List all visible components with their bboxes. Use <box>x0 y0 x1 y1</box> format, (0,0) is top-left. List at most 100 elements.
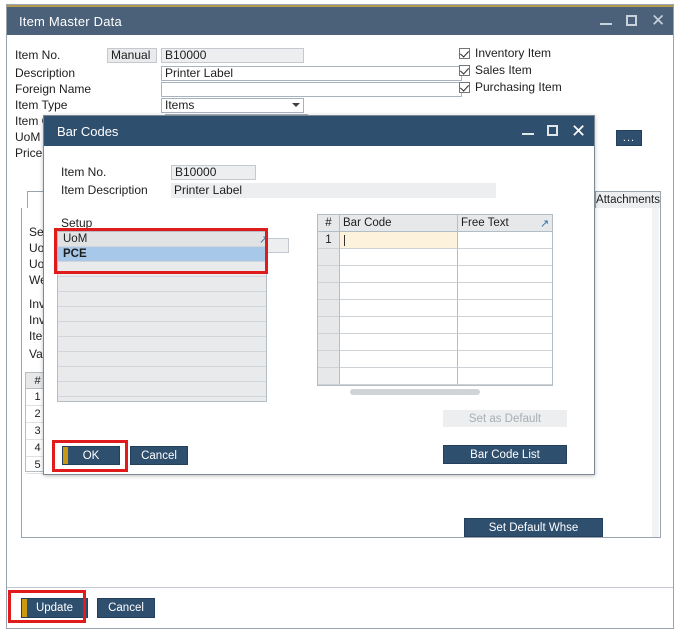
row-number <box>318 283 340 300</box>
uom-list-item-empty[interactable] <box>58 307 266 322</box>
field-row-item-no: Item No. Manual B10000 <box>15 47 304 63</box>
uom-list-item-empty[interactable] <box>58 382 266 397</box>
text-caret <box>344 234 345 246</box>
table-row[interactable] <box>318 351 552 368</box>
checkbox-label: Purchasing Item <box>475 80 562 94</box>
item-type-select[interactable]: Items <box>161 97 304 113</box>
row-number <box>318 368 340 385</box>
field-label: Item No. <box>15 48 61 62</box>
uom-list-item-empty[interactable] <box>58 367 266 382</box>
table-row[interactable] <box>318 334 552 351</box>
table-row[interactable] <box>318 368 552 385</box>
maximize-icon[interactable] <box>625 14 639 28</box>
tab-attachments[interactable]: Attachments <box>595 191 661 209</box>
chevron-down-icon <box>292 103 300 107</box>
uom-list-item-empty[interactable] <box>58 352 266 367</box>
barcode-cell-input[interactable] <box>340 334 458 351</box>
freetext-cell-input[interactable] <box>458 232 552 249</box>
barcode-grid-hscrollbar[interactable] <box>350 389 480 395</box>
barcode-grid: # Bar Code Free Text 1 <box>317 214 553 386</box>
focus-accent-bar <box>22 599 27 617</box>
row-number <box>318 266 340 283</box>
checkbox-label: Inventory Item <box>475 46 552 60</box>
freetext-cell-input[interactable] <box>458 351 552 368</box>
uom-list-item-empty[interactable] <box>58 337 266 352</box>
dialog-cancel-button[interactable]: Cancel <box>130 446 188 465</box>
uom-list-item-empty[interactable] <box>58 277 266 292</box>
panel-scroll-track[interactable] <box>652 208 659 537</box>
minimize-icon[interactable] <box>599 14 613 28</box>
dialog-close-icon[interactable]: ✕ <box>571 122 586 140</box>
uom-list-expand-icon[interactable]: ↗ <box>259 233 268 246</box>
field-row-item-type: Item Type Items <box>15 97 304 113</box>
freetext-cell-input[interactable] <box>458 283 552 300</box>
checkbox-icon[interactable] <box>459 64 470 76</box>
barcode-grid-expand-icon[interactable]: ↗ <box>540 217 549 230</box>
column-header-barcode[interactable]: Bar Code <box>340 215 458 231</box>
field-label: Foreign Name <box>15 82 92 96</box>
window-titlebar: Item Master Data ✕ <box>7 5 673 35</box>
checkbox-sales-item[interactable]: Sales Item <box>459 63 532 77</box>
barcode-cell-input[interactable] <box>340 317 458 334</box>
freetext-cell-input[interactable] <box>458 317 552 334</box>
checkbox-inventory-item[interactable]: Inventory Item <box>459 46 551 60</box>
more-options-button[interactable]: ... <box>616 130 642 146</box>
dialog-field-row-item-no: Item No. B10000 <box>61 164 256 180</box>
uom-list-item-empty[interactable] <box>58 322 266 337</box>
freetext-cell-input[interactable] <box>458 334 552 351</box>
item-no-mode-badge[interactable]: Manual <box>107 47 157 63</box>
barcode-cell-input[interactable] <box>340 300 458 317</box>
uom-list-item-empty[interactable] <box>58 292 266 307</box>
row-number <box>318 249 340 266</box>
window-footer: Update Cancel <box>7 587 673 628</box>
cancel-button[interactable]: Cancel <box>97 598 155 618</box>
freetext-cell-input[interactable] <box>458 368 552 385</box>
column-header-freetext[interactable]: Free Text <box>458 215 552 231</box>
barcode-cell-input[interactable] <box>340 232 458 249</box>
barcode-cell-input[interactable] <box>340 283 458 300</box>
description-input[interactable]: Printer Label <box>161 65 462 81</box>
table-row[interactable] <box>318 249 552 266</box>
field-label: Item No. <box>61 165 107 179</box>
barcode-cell-input[interactable] <box>340 249 458 266</box>
dialog-titlebar: Bar Codes ✕ <box>44 116 594 146</box>
freetext-cell-input[interactable] <box>458 266 552 283</box>
table-row[interactable] <box>318 283 552 300</box>
table-row[interactable] <box>318 317 552 334</box>
barcode-cell-input[interactable] <box>340 351 458 368</box>
row-number <box>318 334 340 351</box>
freetext-cell-input[interactable] <box>458 249 552 266</box>
table-row[interactable] <box>318 300 552 317</box>
focus-accent-bar <box>63 447 68 464</box>
dialog-minimize-icon[interactable] <box>521 124 535 138</box>
table-row[interactable] <box>318 266 552 283</box>
screenshot-root: Item Master Data ✕ Item No. Manual B1000… <box>0 0 680 633</box>
update-button[interactable]: Update <box>21 598 88 618</box>
uom-list-item-empty[interactable] <box>58 262 266 277</box>
row-number <box>318 351 340 368</box>
foreign-name-input[interactable] <box>161 81 462 97</box>
close-icon[interactable]: ✕ <box>651 12 665 29</box>
table-row[interactable]: 1 <box>318 232 552 249</box>
checkbox-icon[interactable] <box>459 81 470 93</box>
dialog-window-controls: ✕ <box>521 116 586 146</box>
item-type-value: Items <box>165 98 195 112</box>
field-label: Item Description <box>61 183 148 197</box>
dialog-maximize-icon[interactable] <box>546 124 560 138</box>
bar-code-list-button[interactable]: Bar Code List <box>443 445 567 464</box>
uom-list-item-pce[interactable]: PCE <box>58 247 266 262</box>
field-row-foreign-name: Foreign Name <box>15 81 462 97</box>
row-number <box>318 300 340 317</box>
freetext-cell-input[interactable] <box>458 300 552 317</box>
barcode-cell-input[interactable] <box>340 266 458 283</box>
uom-list[interactable]: UoM PCE <box>57 231 267 402</box>
dialog-item-description-value: Printer Label <box>171 182 496 198</box>
ok-button[interactable]: OK <box>62 446 120 465</box>
checkbox-label: Sales Item <box>475 63 532 77</box>
set-default-whse-button[interactable]: Set Default Whse <box>464 518 603 537</box>
ok-button-label: OK <box>82 449 100 462</box>
checkbox-purchasing-item[interactable]: Purchasing Item <box>459 80 562 94</box>
item-no-input[interactable]: B10000 <box>161 47 304 63</box>
checkbox-icon[interactable] <box>459 47 470 59</box>
barcode-cell-input[interactable] <box>340 368 458 385</box>
